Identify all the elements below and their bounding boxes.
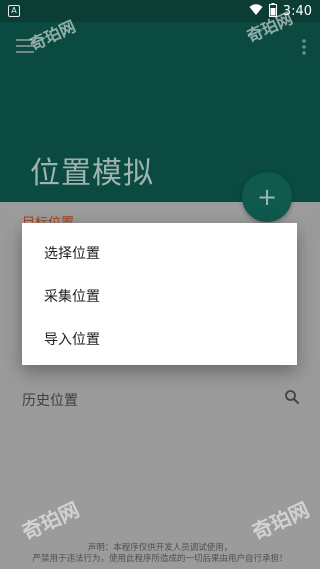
page-title: 位置模拟	[30, 156, 154, 191]
app-notification-icon: A	[8, 5, 20, 17]
disclaimer: 声明：本程序仅供开发人员调试使用， 严禁用于违法行为，使用此程序所造成的一切后果…	[20, 543, 300, 565]
watermark: 奇珀网	[248, 497, 313, 545]
disclaimer-line-2: 严禁用于违法行为，使用此程序所造成的一切后果由用户自行承担！	[32, 554, 288, 564]
location-source-dialog: 选择位置 采集位置 导入位置	[22, 223, 297, 365]
add-fab-button[interactable]: +	[242, 172, 292, 222]
collect-location-option[interactable]: 采集位置	[44, 286, 100, 306]
search-icon[interactable]	[284, 389, 300, 409]
disclaimer-line-1: 声明：本程序仅供开发人员调试使用，	[87, 543, 233, 553]
select-location-option[interactable]: 选择位置	[44, 243, 100, 263]
import-location-option[interactable]: 导入位置	[44, 329, 100, 349]
history-location-label: 历史位置	[22, 393, 78, 409]
watermark: 奇珀网	[18, 497, 83, 545]
history-location-row[interactable]: 历史位置	[0, 380, 320, 416]
more-options-icon[interactable]	[302, 39, 306, 59]
